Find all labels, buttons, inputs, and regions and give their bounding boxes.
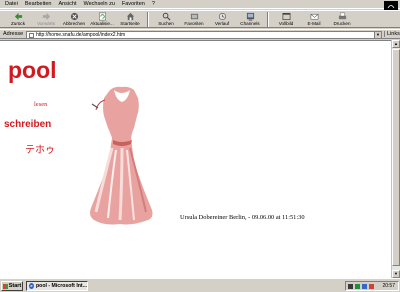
toolbar-separator bbox=[147, 12, 149, 27]
toolbar-separator bbox=[267, 12, 269, 27]
stop-button[interactable]: Abbrechen bbox=[60, 11, 88, 28]
menu-favoriten[interactable]: Favoriten bbox=[122, 1, 145, 7]
mail-button[interactable]: E-Mail bbox=[300, 11, 328, 28]
menu-datei[interactable]: Datei bbox=[5, 1, 18, 7]
page-content: pool lesen schreiben テホゥ Ursula Doberein… bbox=[0, 40, 391, 278]
home-button[interactable]: Startseite bbox=[116, 11, 144, 28]
history-label: Verlauf bbox=[214, 21, 230, 26]
mail-icon bbox=[310, 13, 318, 20]
favorites-icon bbox=[190, 13, 198, 20]
scroll-thumb[interactable] bbox=[392, 49, 400, 266]
start-button[interactable]: Start bbox=[1, 281, 23, 291]
tray-icon[interactable] bbox=[362, 283, 367, 289]
forward-button[interactable]: Vorwärts bbox=[32, 11, 60, 28]
address-input[interactable]: http://home.snafu.de/ampool/index2.htm ▼ bbox=[26, 31, 382, 39]
home-icon bbox=[126, 12, 134, 21]
task-label: pool - Microsoft Int... bbox=[35, 283, 87, 289]
address-dropdown-button[interactable]: ▼ bbox=[374, 32, 381, 38]
menu-ansicht[interactable]: Ansicht bbox=[58, 1, 76, 7]
scroll-up-arrow-icon[interactable]: ▲ bbox=[392, 40, 400, 48]
print-label: Drucken bbox=[333, 21, 351, 26]
menu-bar: Datei Bearbeiten Ansicht Wechseln zu Fav… bbox=[0, 0, 400, 9]
back-button[interactable]: Zurück bbox=[4, 11, 32, 28]
favorites-button[interactable]: Favoriten bbox=[180, 11, 208, 28]
menu-help[interactable]: ? bbox=[152, 1, 155, 7]
stop-label: Abbrechen bbox=[62, 21, 86, 26]
mail-label: E-Mail bbox=[307, 21, 321, 26]
menu-wechseln-zu[interactable]: Wechseln zu bbox=[84, 1, 115, 7]
taskbar-item-browser[interactable]: e pool - Microsoft Int... bbox=[26, 281, 88, 291]
back-label: Zurück bbox=[10, 21, 26, 26]
channels-label: Channels bbox=[240, 21, 260, 26]
back-arrow-icon bbox=[14, 12, 22, 21]
clock[interactable]: 20:57 bbox=[382, 283, 398, 289]
scroll-down-arrow-icon[interactable]: ▼ bbox=[392, 270, 400, 278]
address-url[interactable]: http://home.snafu.de/ampool/index2.htm bbox=[36, 32, 125, 39]
refresh-icon bbox=[98, 12, 106, 21]
taskbar: Start e pool - Microsoft Int... 20:57 bbox=[0, 278, 400, 292]
vertical-scrollbar[interactable]: ▲ ▼ bbox=[391, 40, 400, 278]
history-button[interactable]: Verlauf bbox=[208, 11, 236, 28]
search-icon bbox=[162, 12, 170, 21]
dress-image bbox=[90, 86, 153, 225]
tray-icon[interactable] bbox=[348, 283, 353, 289]
address-bar: Adresse http://home.snafu.de/ampool/inde… bbox=[0, 29, 400, 39]
page-title: pool bbox=[8, 57, 57, 83]
forward-arrow-icon bbox=[42, 12, 50, 21]
japanese-link[interactable]: テホゥ bbox=[25, 141, 55, 156]
channels-button[interactable]: Channels bbox=[236, 11, 264, 28]
footer-credit: Ursula Dobereiner Berlin, - 09.06.00 at … bbox=[180, 214, 305, 221]
windows-logo-icon bbox=[2, 283, 8, 289]
internet-explorer-icon: e bbox=[29, 283, 34, 289]
link-schreiben[interactable]: schreiben bbox=[4, 119, 51, 130]
menu-bearbeiten[interactable]: Bearbeiten bbox=[25, 1, 52, 7]
refresh-button[interactable]: Aktualisie... bbox=[88, 11, 116, 28]
address-label: Adresse bbox=[3, 31, 24, 37]
fullscreen-label: Vollbild bbox=[278, 21, 294, 26]
forward-label: Vorwärts bbox=[37, 21, 55, 26]
link-lesen[interactable]: lesen bbox=[34, 101, 47, 108]
stop-icon bbox=[70, 12, 78, 21]
refresh-label: Aktualisie... bbox=[90, 21, 114, 26]
start-label: Start bbox=[8, 283, 22, 289]
links-button[interactable]: Links bbox=[384, 31, 400, 37]
fullscreen-icon bbox=[282, 12, 290, 21]
search-label: Suchen bbox=[158, 21, 174, 26]
history-icon bbox=[218, 12, 226, 21]
fullscreen-button[interactable]: Vollbild bbox=[272, 11, 300, 28]
home-label: Startseite bbox=[120, 21, 140, 26]
system-tray: 20:57 bbox=[345, 281, 399, 291]
tray-icon[interactable] bbox=[355, 283, 360, 289]
page-icon bbox=[29, 33, 34, 38]
toolbar: Zurück Vorwärts Abbrechen Aktualisie... … bbox=[0, 10, 400, 28]
favorites-label: Favoriten bbox=[184, 21, 204, 26]
print-icon bbox=[338, 12, 346, 20]
search-button[interactable]: Suchen bbox=[152, 11, 180, 28]
print-button[interactable]: Drucken bbox=[328, 11, 356, 28]
channels-icon bbox=[246, 12, 254, 21]
volume-icon[interactable] bbox=[369, 283, 374, 289]
